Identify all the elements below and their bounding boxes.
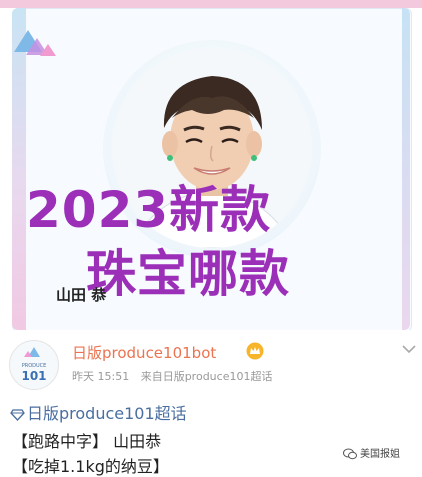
card-right-gradient xyxy=(402,8,410,330)
profile-card-image[interactable]: 2023新款 珠宝哪款 山田 恭 xyxy=(0,0,422,330)
topic-diamond-icon xyxy=(10,408,25,421)
post-body-line: 【跑路中字】 山田恭 xyxy=(12,432,162,451)
account-name-link[interactable]: 日版produce101bot xyxy=(72,342,216,363)
card-left-gradient xyxy=(12,8,26,330)
account-avatar[interactable]: PRODUCE 101 xyxy=(9,340,59,390)
topic-label: 日版produce101超话 xyxy=(27,404,187,423)
triangle-logo-icon xyxy=(40,44,56,56)
wechat-watermark: 美国报姐 xyxy=(343,445,400,460)
topic-link[interactable]: 日版produce101超话 xyxy=(10,400,187,424)
produce101-logo-icon: PRODUCE 101 xyxy=(11,342,57,388)
wechat-icon xyxy=(343,448,357,460)
trainee-name-tag: 山田 恭 xyxy=(56,286,107,304)
promo-overlay-line-2: 珠宝哪款 xyxy=(86,245,290,303)
post-source[interactable]: 来自日版produce101超话 xyxy=(141,370,273,383)
card-top-bar xyxy=(0,0,422,8)
vip-crown-icon xyxy=(246,342,264,360)
post-meta: 昨天 15:51 来自日版produce101超话 xyxy=(72,368,272,384)
promo-overlay-line-1: 2023新款 xyxy=(26,181,272,239)
post-body-line: 【吃掉1.1kg的纳豆】 xyxy=(12,457,169,476)
watermark-label: 美国报姐 xyxy=(360,449,400,460)
chevron-down-icon[interactable] xyxy=(402,344,416,354)
post-time: 昨天 15:51 xyxy=(72,370,130,383)
avatar-label-bottom: 101 xyxy=(21,369,46,383)
